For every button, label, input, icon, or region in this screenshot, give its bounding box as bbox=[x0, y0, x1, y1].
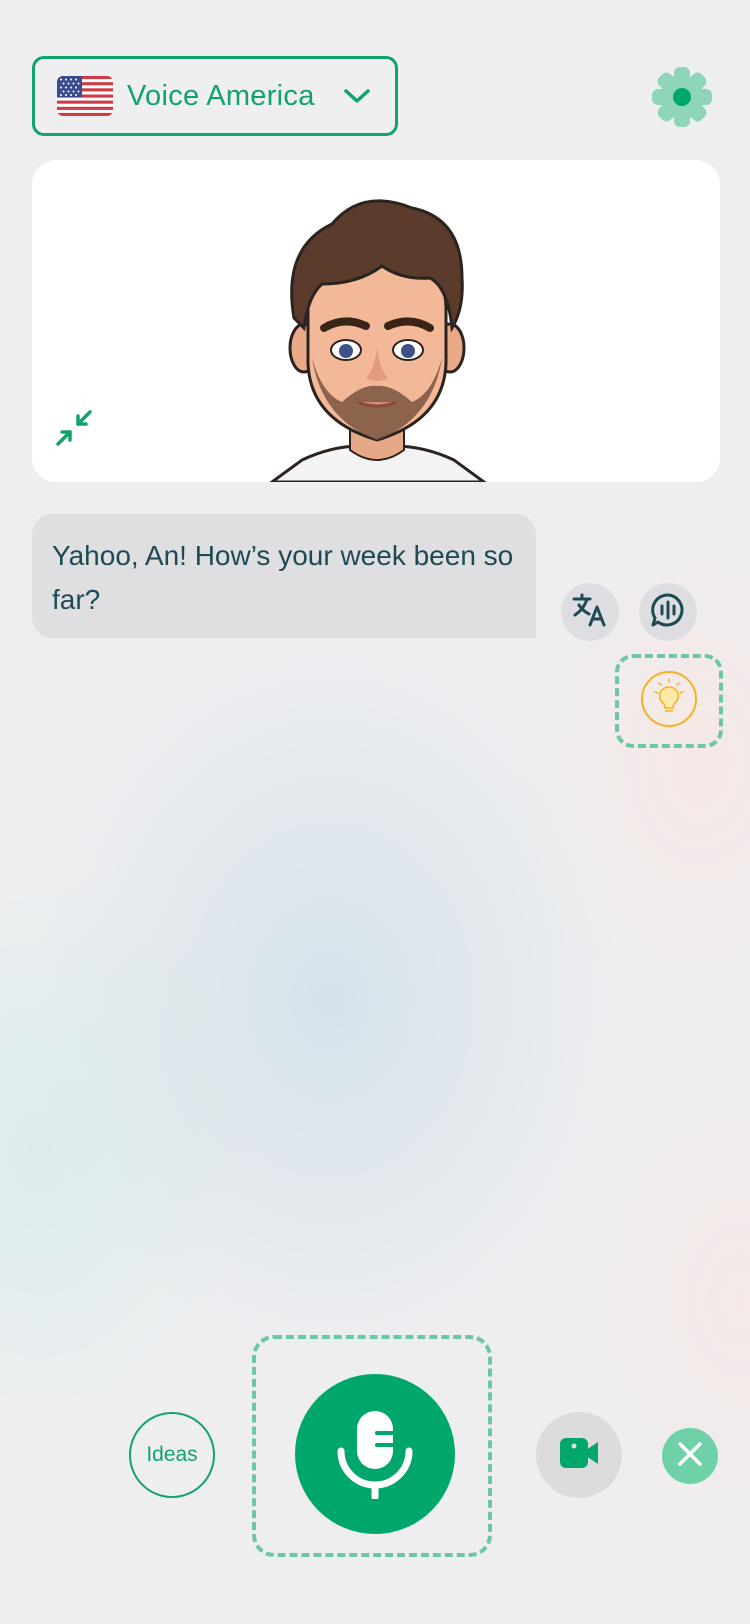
assistant-message: Yahoo, An! How’s your week been so far? bbox=[32, 514, 536, 638]
chevron-down-icon bbox=[343, 85, 371, 107]
play-audio-button[interactable] bbox=[639, 583, 697, 641]
translate-button[interactable] bbox=[561, 583, 619, 641]
us-flag-icon bbox=[57, 76, 113, 116]
microphone-button[interactable] bbox=[295, 1374, 455, 1534]
language-selector[interactable]: Voice America bbox=[32, 56, 398, 136]
hint-button[interactable] bbox=[615, 654, 723, 748]
collapse-arrows-icon[interactable] bbox=[54, 408, 94, 448]
close-button[interactable] bbox=[662, 1428, 718, 1484]
avatar-illustration bbox=[269, 199, 487, 482]
translate-icon bbox=[572, 593, 608, 632]
lightbulb-icon bbox=[640, 670, 698, 733]
close-icon bbox=[676, 1440, 704, 1473]
video-call-button[interactable] bbox=[536, 1412, 622, 1498]
avatar-card bbox=[32, 160, 720, 482]
video-camera-icon bbox=[558, 1434, 600, 1477]
gear-icon[interactable] bbox=[652, 66, 712, 128]
speech-bubble-audio-icon bbox=[650, 592, 686, 633]
language-label: Voice America bbox=[127, 79, 315, 112]
ideas-button[interactable]: Ideas bbox=[129, 1412, 215, 1498]
microphone-icon bbox=[333, 1405, 417, 1504]
